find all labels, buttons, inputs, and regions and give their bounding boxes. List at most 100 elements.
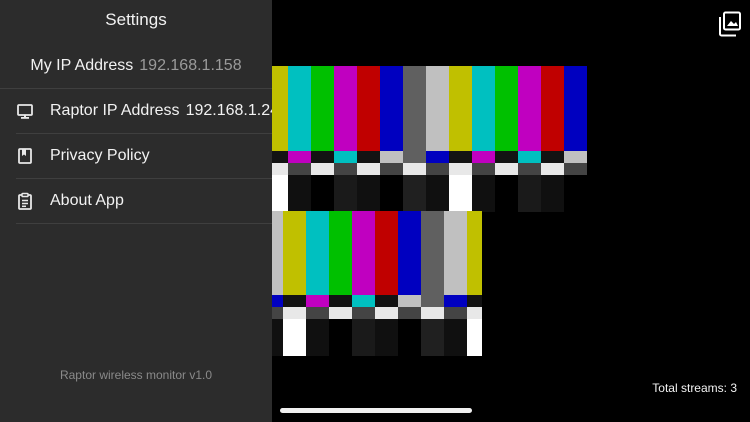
gradient-strip — [495, 163, 518, 175]
pluge-bar — [311, 175, 334, 212]
about-app-row[interactable]: About App — [0, 179, 272, 223]
raptor-ip-address-row[interactable]: Raptor IP Address 192.168.1.244 — [0, 89, 288, 133]
pluge-bar — [403, 175, 426, 212]
castellation-bar — [564, 151, 587, 163]
color-bar — [272, 66, 288, 151]
gradient-strip — [329, 307, 352, 319]
color-bar — [426, 66, 449, 151]
home-indicator — [280, 408, 472, 413]
gradient-strip — [380, 163, 403, 175]
pluge-bar — [329, 319, 352, 356]
color-bar — [375, 211, 398, 295]
drawer-title: Settings — [105, 10, 167, 29]
castellation-bar — [272, 151, 288, 163]
castellation-bar — [283, 295, 306, 307]
pluge-bar — [272, 175, 288, 212]
castellation-bar — [495, 151, 518, 163]
stream-2[interactable] — [272, 66, 587, 212]
settings-drawer: Settings My IP Address 192.168.1.158 Rapt… — [0, 0, 288, 422]
about-app-label: About App — [50, 192, 124, 209]
gradient-strip — [541, 163, 564, 175]
my-ip-value: 192.168.1.158 — [139, 57, 242, 74]
castellation-bar — [352, 295, 375, 307]
gradient-strip — [334, 163, 357, 175]
gallery-icon[interactable] — [718, 11, 742, 37]
color-bar — [329, 211, 352, 295]
color-bar — [357, 66, 380, 151]
castellation-bar — [449, 151, 472, 163]
castellation-bar — [334, 151, 357, 163]
gradient-strip — [398, 307, 421, 319]
color-bar — [283, 211, 306, 295]
gradient-strip — [311, 163, 334, 175]
stream-3[interactable] — [272, 211, 482, 356]
divider — [16, 223, 272, 224]
color-bar — [421, 211, 444, 295]
gradient-strip — [306, 307, 329, 319]
color-bar — [472, 66, 495, 151]
gradient-strip — [426, 163, 449, 175]
castellation-bar — [398, 295, 421, 307]
castellation-bar — [288, 151, 311, 163]
gradient-strip — [444, 307, 467, 319]
gradient-strip — [564, 163, 587, 175]
pluge-bar — [288, 175, 311, 212]
privacy-policy-label: Privacy Policy — [50, 147, 150, 164]
castellation-bar — [311, 151, 334, 163]
castellation-bar — [380, 151, 403, 163]
pluge-bar — [426, 175, 449, 212]
castellation-bar — [403, 151, 426, 163]
castellation-bar — [472, 151, 495, 163]
color-bar — [398, 211, 421, 295]
castellation-bar — [444, 295, 467, 307]
pluge-bar — [380, 175, 403, 212]
gradient-strip — [403, 163, 426, 175]
castellation-bar — [467, 295, 482, 307]
gradient-strip — [421, 307, 444, 319]
pluge-bar — [357, 175, 380, 212]
gradient-strip — [352, 307, 375, 319]
color-bar — [403, 66, 426, 151]
castellation-bar — [518, 151, 541, 163]
total-streams: Total streams: 3 — [652, 381, 737, 395]
monitor-icon — [16, 102, 34, 120]
gradient-strip — [449, 163, 472, 175]
app-version: Raptor wireless monitor v1.0 — [59, 368, 213, 382]
color-bar — [467, 211, 482, 295]
bookmark-icon — [16, 147, 34, 165]
gradient-strip — [288, 163, 311, 175]
color-bar — [311, 66, 334, 151]
my-ip-label: My IP Address — [30, 57, 134, 74]
pluge-bar — [444, 319, 467, 356]
castellation-bar — [421, 295, 444, 307]
gradient-strip — [375, 307, 398, 319]
gradient-strip — [283, 307, 306, 319]
pluge-bar — [334, 175, 357, 212]
color-bar — [495, 66, 518, 151]
pluge-bar — [467, 319, 482, 356]
pluge-bar — [518, 175, 541, 212]
castellation-bar — [272, 295, 283, 307]
pluge-bar — [541, 175, 564, 212]
my-ip-address: My IP Address 192.168.1.158 — [0, 57, 272, 75]
gradient-strip — [272, 163, 288, 175]
castellation-bar — [375, 295, 398, 307]
pluge-bar — [306, 319, 329, 356]
gradient-strip — [472, 163, 495, 175]
color-bar — [288, 66, 311, 151]
castellation-bar — [541, 151, 564, 163]
color-bar — [444, 211, 467, 295]
pluge-bar — [449, 175, 472, 212]
castellation-bar — [426, 151, 449, 163]
color-bar — [380, 66, 403, 151]
pluge-bar — [272, 319, 283, 356]
pluge-bar — [283, 319, 306, 356]
pluge-bar — [375, 319, 398, 356]
gradient-strip — [467, 307, 482, 319]
castellation-bar — [357, 151, 380, 163]
color-bar — [518, 66, 541, 151]
pluge-bar — [398, 319, 421, 356]
privacy-policy-row[interactable]: Privacy Policy — [0, 134, 272, 178]
color-bar — [564, 66, 587, 151]
clipboard-icon — [16, 192, 34, 210]
